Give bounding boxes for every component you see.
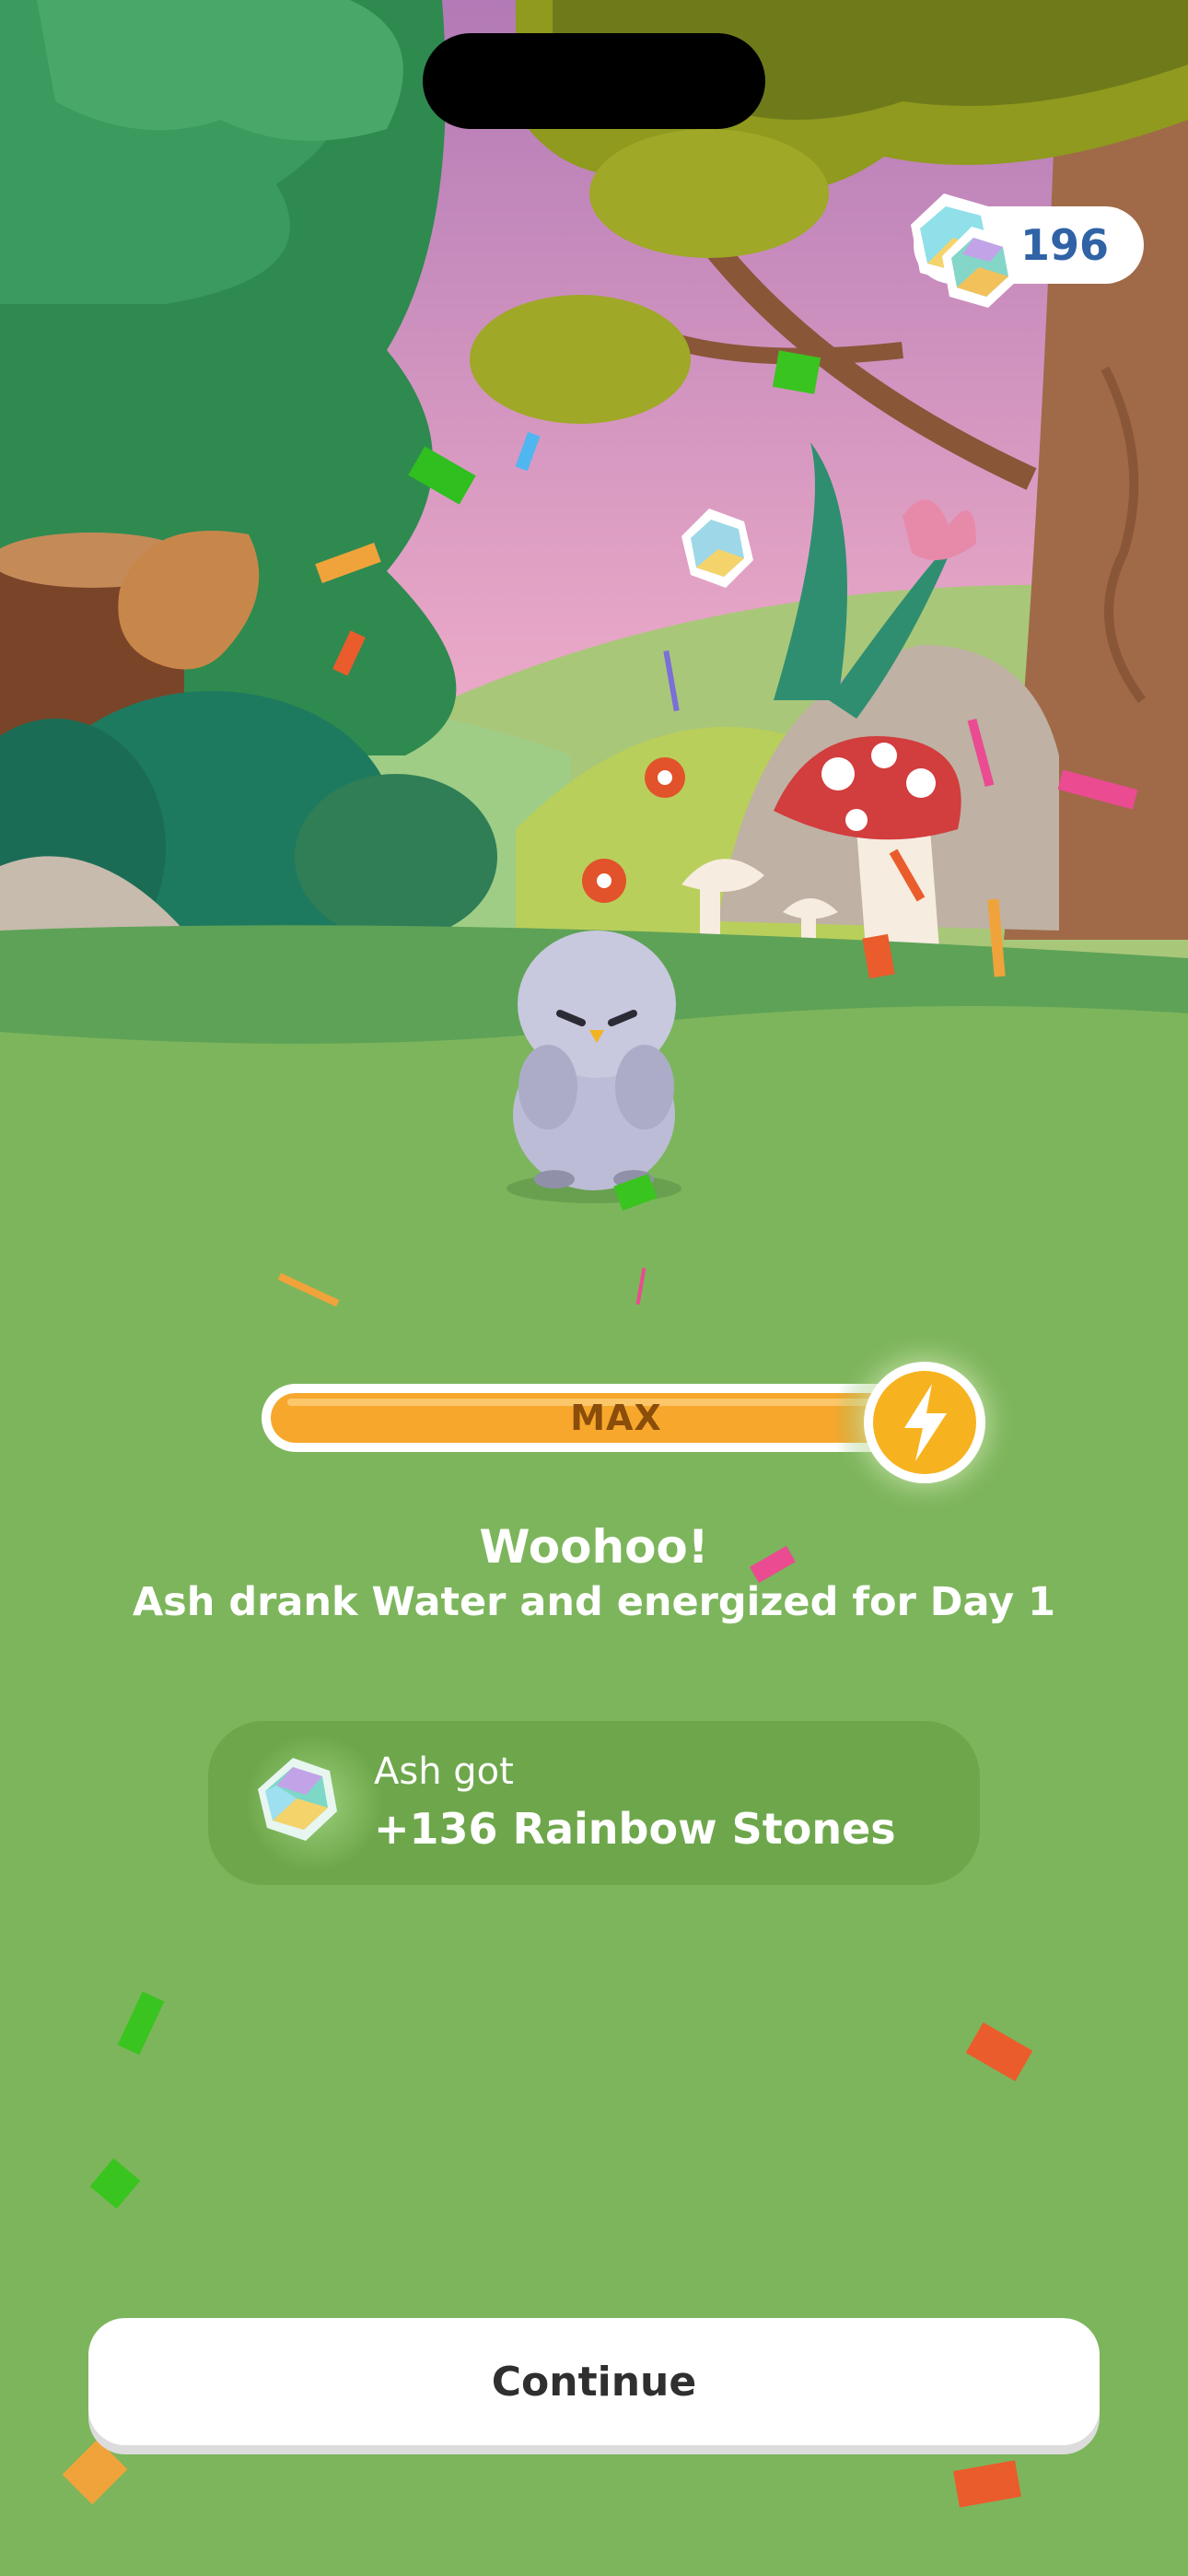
continue-button[interactable]: Continue bbox=[88, 2318, 1100, 2445]
reward-card: Ash got +136 Rainbow Stones bbox=[208, 1721, 980, 1885]
dynamic-island bbox=[423, 33, 765, 129]
rainbow-stone-icon bbox=[258, 1758, 337, 1841]
reward-amount: +136 Rainbow Stones bbox=[374, 1804, 896, 1854]
confetti-piece bbox=[953, 2460, 1021, 2508]
confetti-piece bbox=[117, 1991, 165, 2055]
confetti-piece bbox=[965, 2022, 1033, 2081]
rainbow-stone-icon bbox=[911, 193, 1018, 308]
confetti-piece bbox=[62, 2439, 128, 2505]
success-title: Woohoo! bbox=[479, 1520, 709, 1574]
confetti-piece bbox=[772, 350, 821, 394]
lightning-bolt-icon bbox=[833, 1330, 1017, 1515]
reward-recipient-label: Ash got bbox=[374, 1751, 514, 1793]
success-subtitle: Ash drank Water and energized for Day 1 bbox=[132, 1579, 1056, 1625]
ash-character bbox=[507, 931, 681, 1203]
confetti-piece bbox=[89, 2158, 141, 2209]
